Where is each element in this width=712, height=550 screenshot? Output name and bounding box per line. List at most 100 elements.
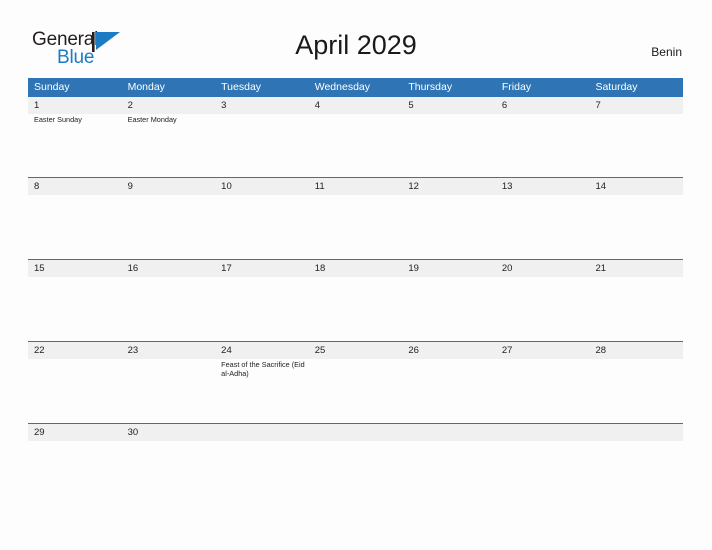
- day-number-strip: [308, 97, 403, 114]
- calendar-day-cell[interactable]: 8: [28, 178, 122, 259]
- day-number-strip: [28, 97, 122, 114]
- day-number: 14: [595, 181, 607, 192]
- calendar-day-cell[interactable]: 20: [495, 260, 590, 341]
- calendar-day-cell[interactable]: 30: [121, 424, 216, 458]
- weekday-thursday: Thursday: [408, 81, 453, 93]
- day-number-strip: [495, 97, 590, 114]
- day-number-strip: [215, 97, 309, 114]
- calendar-day-cell[interactable]: 3: [215, 97, 309, 177]
- day-number: 15: [34, 263, 45, 274]
- day-number: 9: [127, 181, 133, 192]
- day-events: Easter Sunday: [34, 115, 118, 124]
- calendar-day-cell[interactable]: 14: [589, 178, 684, 259]
- calendar-day-cell[interactable]: 17: [215, 260, 309, 341]
- calendar-day-cell[interactable]: 16: [121, 260, 216, 341]
- page-header: General Blue April 2029 Benin: [0, 0, 712, 78]
- day-number: 10: [221, 181, 232, 192]
- day-events: Feast of the Sacrifice (Eid al-Adha): [221, 360, 305, 379]
- calendar-day-cell-empty: [308, 424, 403, 458]
- calendar-day-cell[interactable]: 27: [495, 342, 590, 423]
- calendar-day-cell[interactable]: 1 Easter Sunday: [28, 97, 122, 177]
- day-number: 30: [127, 427, 139, 438]
- calendar-day-cell[interactable]: 9: [121, 178, 216, 259]
- weekday-saturday: Saturday: [595, 81, 638, 93]
- day-number-strip: [402, 424, 496, 441]
- calendar-week-row: 15 16 17 18 19 20 21: [28, 259, 684, 341]
- calendar-day-cell[interactable]: 7: [589, 97, 684, 177]
- day-number: 21: [595, 263, 607, 274]
- calendar-day-cell[interactable]: 25: [308, 342, 403, 423]
- day-number-strip: [28, 178, 122, 195]
- holiday-event: Easter Sunday: [34, 115, 82, 124]
- day-number: 24: [221, 345, 232, 356]
- weekday-friday: Friday: [501, 81, 532, 93]
- day-number: 23: [127, 345, 139, 356]
- day-number: 20: [501, 263, 513, 274]
- weekday-tuesday: Tuesday: [221, 81, 262, 93]
- weekday-sunday: Sunday: [34, 81, 70, 93]
- calendar-day-cell[interactable]: 15: [28, 260, 122, 341]
- calendar-day-cell[interactable]: 21: [589, 260, 684, 341]
- holiday-event: Feast of the Sacrifice (Eid al-Adha): [221, 360, 305, 379]
- day-number: 5: [408, 100, 414, 111]
- calendar-day-cell[interactable]: 22: [28, 342, 122, 423]
- day-number: 8: [34, 181, 40, 192]
- day-number-strip: [495, 424, 590, 441]
- day-number-strip: [589, 424, 684, 441]
- day-number: 27: [501, 345, 513, 356]
- day-number: 4: [314, 100, 321, 111]
- calendar-day-cell[interactable]: 18: [308, 260, 403, 341]
- calendar-day-cell[interactable]: 10: [215, 178, 309, 259]
- page-title: April 2029: [295, 30, 417, 60]
- day-number: 13: [501, 181, 513, 192]
- calendar-day-cell[interactable]: 4: [308, 97, 403, 177]
- day-number: 3: [221, 100, 227, 111]
- calendar-week-row: 29 30: [28, 423, 684, 458]
- calendar-day-cell[interactable]: 6: [495, 97, 590, 177]
- calendar-week-row: 8 9 10 11 12 13 14: [28, 177, 684, 259]
- day-number-strip: [589, 97, 684, 114]
- weekday-wednesday: Wednesday: [314, 81, 370, 93]
- calendar-page: General Blue April 2029 Benin Sunday Mon…: [0, 0, 712, 550]
- holiday-event: Easter Monday: [127, 115, 177, 124]
- day-number-strip: [308, 424, 403, 441]
- weekday-header-row: Sunday Monday Tuesday Wednesday Thursday…: [28, 78, 683, 97]
- day-number-strip: [215, 424, 309, 441]
- weekday-monday: Monday: [127, 81, 165, 93]
- day-number: 26: [408, 345, 419, 356]
- day-number: 28: [595, 345, 607, 356]
- calendar-day-cell[interactable]: 24 Feast of the Sacrifice (Eid al-Adha): [215, 342, 309, 423]
- day-events: Easter Monday: [128, 115, 212, 124]
- calendar-day-cell[interactable]: 13: [495, 178, 590, 259]
- day-number: 6: [501, 100, 508, 111]
- calendar-day-cell-empty: [215, 424, 309, 458]
- calendar-day-cell[interactable]: 12: [402, 178, 496, 259]
- day-number: 11: [314, 181, 325, 192]
- day-number: 12: [408, 181, 419, 192]
- day-number-strip: [121, 97, 216, 114]
- day-number: 19: [408, 263, 419, 274]
- calendar-day-cell[interactable]: 26: [402, 342, 496, 423]
- day-number: 17: [221, 263, 232, 274]
- day-number: 2: [127, 100, 133, 111]
- calendar-day-cell[interactable]: 2 Easter Monday: [121, 97, 216, 177]
- day-number: 22: [34, 345, 45, 356]
- calendar-day-cell[interactable]: 28: [589, 342, 684, 423]
- calendar-grid: Sunday Monday Tuesday Wednesday Thursday…: [28, 78, 684, 458]
- day-number-strip: [121, 178, 216, 195]
- calendar-day-cell[interactable]: 29: [28, 424, 122, 458]
- calendar-week-row: 22 23 24 Feast of the Sacrifice (Eid al-Adh…: [28, 341, 684, 423]
- day-number-strip: [402, 97, 496, 114]
- calendar-weeks: 1 Easter Sunday 2 Easter Monday 3 4 5 6 7 8 9 10 11 1…: [28, 97, 684, 458]
- day-number: 16: [127, 263, 139, 274]
- calendar-day-cell-empty: [589, 424, 684, 458]
- calendar-day-cell[interactable]: 5: [402, 97, 496, 177]
- day-number: 1: [34, 100, 40, 111]
- day-number: 18: [314, 263, 326, 274]
- calendar-day-cell[interactable]: 11: [308, 178, 403, 259]
- calendar-week-row: 1 Easter Sunday 2 Easter Monday 3 4 5 6 7: [28, 97, 684, 177]
- locale-label: Benin: [651, 45, 682, 59]
- calendar-day-cell[interactable]: 19: [402, 260, 496, 341]
- calendar-day-cell[interactable]: 23: [121, 342, 216, 423]
- calendar-day-cell-empty: [495, 424, 590, 458]
